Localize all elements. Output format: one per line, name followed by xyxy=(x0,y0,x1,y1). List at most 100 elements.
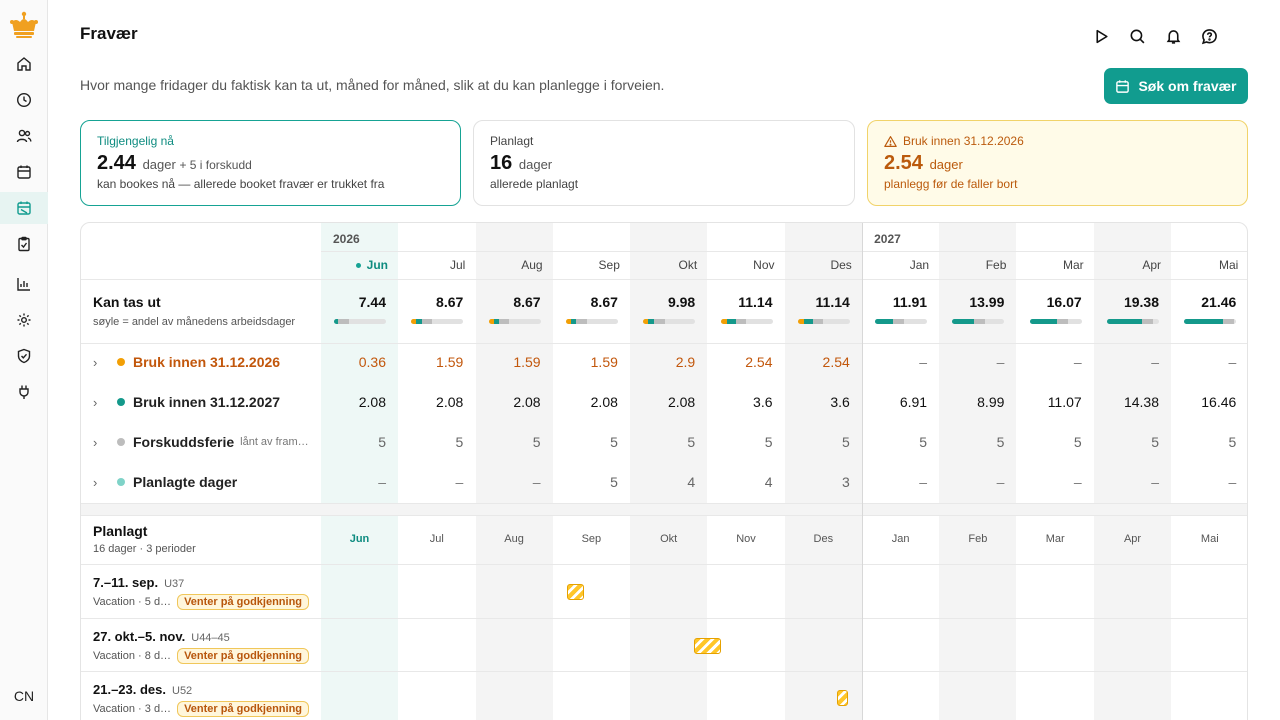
sidebar-item-integrations[interactable] xyxy=(0,376,48,408)
timeline-month-header: Mar xyxy=(1045,533,1065,545)
play-button[interactable] xyxy=(1092,26,1110,46)
month-header[interactable]: Mar xyxy=(1017,258,1094,272)
breakdown-value: – xyxy=(996,354,1005,370)
breakdown-row-toggle[interactable]: › Bruk innen 31.12.2027 xyxy=(93,394,280,410)
bar-segment xyxy=(338,319,349,324)
month-header[interactable]: Des xyxy=(785,258,862,272)
breakdown-row-label: Forskuddsferie xyxy=(133,434,235,450)
bar-segment xyxy=(498,319,510,324)
planned-section-title: Planlagt xyxy=(93,523,148,539)
chevron-right-icon[interactable]: › xyxy=(93,395,107,410)
card-label-row: Bruk innen 31.12.2026 xyxy=(884,134,1231,148)
breakdown-value: 2.08 xyxy=(667,394,696,410)
card-sub: kan bookes nå — allerede booket fravær e… xyxy=(97,177,385,191)
period-dates: 27. okt.–5. nov. U44–45 xyxy=(93,629,309,644)
help-chat-icon xyxy=(1201,28,1217,44)
breakdown-value: – xyxy=(1073,474,1082,490)
breakdown-row-toggle[interactable]: › Planlagte dager xyxy=(93,474,237,490)
sidebar-item-security[interactable] xyxy=(0,340,48,372)
month-header[interactable]: Nov xyxy=(708,258,785,272)
page-title: Fravær xyxy=(80,24,138,43)
month-header[interactable]: Jul xyxy=(398,258,475,272)
planned-period[interactable]: 27. okt.–5. nov. U44–45 Vacation · 8 d… Ve… xyxy=(93,629,310,664)
workday-share-bar xyxy=(720,319,773,324)
breakdown-value: 2.54 xyxy=(822,354,850,370)
period-timeline-bar[interactable] xyxy=(567,584,584,600)
period-timeline-bar[interactable] xyxy=(694,638,721,654)
workday-share-bar xyxy=(952,319,1005,324)
breakdown-row-toggle[interactable]: › Forskuddsferie lånt av fram… xyxy=(93,434,309,450)
available-value: 11.14 xyxy=(815,294,850,310)
breakdown-value: 11.07 xyxy=(1047,394,1082,410)
bar-segment xyxy=(875,319,894,324)
sidebar-item-tasks[interactable] xyxy=(0,228,48,260)
month-header[interactable]: Jan xyxy=(862,258,939,272)
month-header[interactable]: Jun xyxy=(321,258,398,272)
breakdown-value: 2.9 xyxy=(675,354,696,370)
sidebar-item-home[interactable] xyxy=(0,48,48,80)
help-button[interactable] xyxy=(1200,26,1218,46)
bar-segment xyxy=(1142,319,1153,324)
bar-segment xyxy=(804,319,813,324)
apply-absence-button[interactable]: Søk om fravær xyxy=(1104,68,1248,104)
timeline-month-header: Jan xyxy=(891,533,910,545)
workday-share-bar xyxy=(1184,319,1237,324)
month-header[interactable]: Aug xyxy=(476,258,553,272)
chevron-right-icon[interactable]: › xyxy=(93,355,107,370)
breakdown-value: 5 xyxy=(1228,434,1237,450)
search-button[interactable] xyxy=(1128,26,1146,46)
bar-segment xyxy=(421,319,433,324)
available-value: 19.38 xyxy=(1123,294,1159,310)
breakdown-value: – xyxy=(378,474,386,490)
planned-period[interactable]: 21.–23. des. U52 Vacation · 3 d… Venter på… xyxy=(93,682,310,717)
month-header[interactable]: Sep xyxy=(553,258,630,272)
timeline-month-header: Sep xyxy=(581,533,602,545)
available-now-card: Tilgjengelig nå 2.44 dager + 5 i forskud… xyxy=(80,120,461,206)
breakdown-row-toggle[interactable]: › Bruk innen 31.12.2026 xyxy=(93,354,280,370)
calendar-plus-icon xyxy=(1116,79,1130,93)
timeline-month-header: Okt xyxy=(660,533,678,545)
available-value: 11.14 xyxy=(738,294,773,310)
breakdown-value: – xyxy=(919,354,928,370)
header-actions xyxy=(1092,26,1218,46)
breakdown-row-label: Bruk innen 31.12.2027 xyxy=(133,394,281,410)
sidebar-item-people[interactable] xyxy=(0,120,48,152)
breakdown-value: 5 xyxy=(455,434,464,450)
bar-segment xyxy=(653,319,665,324)
bell-icon xyxy=(1166,29,1180,44)
breakdown-value: 5 xyxy=(1073,434,1082,450)
sidebar-item-reports[interactable] xyxy=(0,268,48,300)
section-gap xyxy=(81,504,1247,515)
bar-chart-icon xyxy=(17,278,30,291)
workday-share-bar xyxy=(797,319,850,324)
notifications-button[interactable] xyxy=(1164,26,1182,46)
month-header[interactable]: Okt xyxy=(630,258,707,272)
timeline-month-header: Des xyxy=(813,533,834,545)
sidebar-item-settings[interactable] xyxy=(0,304,48,336)
card-value-line: 2.54 dager xyxy=(884,152,1231,175)
chevron-right-icon[interactable]: › xyxy=(93,435,107,450)
sidebar-item-time[interactable] xyxy=(0,84,48,116)
avatar[interactable]: CN xyxy=(6,680,42,712)
clipboard-icon xyxy=(18,236,30,252)
breakdown-row-label: Planlagte dager xyxy=(133,474,238,490)
period-info: Vacation · 5 d… xyxy=(93,596,172,608)
month-header[interactable]: Apr xyxy=(1094,258,1171,272)
breakdown-value: 5 xyxy=(610,434,618,450)
breakdown-value: – xyxy=(1151,474,1159,490)
sidebar-item-absence[interactable] xyxy=(0,192,48,224)
period-timeline-bar[interactable] xyxy=(837,690,848,706)
chevron-right-icon[interactable]: › xyxy=(93,475,107,490)
sidebar-item-calendar[interactable] xyxy=(0,156,48,188)
clock-icon xyxy=(16,92,32,108)
month-header[interactable]: Feb xyxy=(939,258,1016,272)
crown-logo-icon[interactable] xyxy=(8,10,40,40)
breakdown-value: 5 xyxy=(996,434,1005,450)
year-header: 2026 xyxy=(333,232,360,246)
month-header[interactable]: Mai xyxy=(1171,258,1247,272)
period-week: U37 xyxy=(164,578,185,590)
timeline-month-header: Feb xyxy=(968,533,988,545)
card-label: Bruk innen 31.12.2026 xyxy=(903,134,1024,148)
available-value: 7.44 xyxy=(358,294,386,310)
planned-period[interactable]: 7.–11. sep. U37 Vacation · 5 d… Venter på … xyxy=(93,575,310,610)
